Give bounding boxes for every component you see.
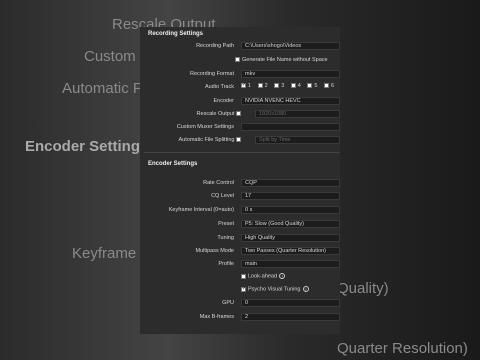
rescale-output-label[interactable]: Rescale Output [197,111,243,117]
audio-track-3-label: 3 [281,83,285,89]
profile-label: Profile [218,261,234,267]
multipass-mode-select[interactable]: Two Passes (Quarter Resolution) [241,247,340,255]
file-splitting-text: Automatic File Splitting [178,137,235,143]
multipass-mode-label: Multipass Mode [195,248,234,254]
audio-track-5-checkbox[interactable] [307,83,313,89]
audio-track-4-checkbox[interactable] [290,83,296,89]
audio-track-6-checkbox[interactable] [323,83,329,89]
audio-track-2-label: 2 [264,83,268,89]
preset-select[interactable]: P5: Slow (Good Quality) [241,220,340,228]
recording-path-label: Recording Path [196,43,234,49]
audio-track-group: 1 2 3 4 5 6 [241,83,334,89]
rescale-output-text: Rescale Output [196,111,235,117]
gpu-stepper[interactable]: 0 [241,299,340,307]
audio-track-5-label: 5 [314,83,318,89]
rate-control-label: Rate Control [203,180,234,186]
recording-path-field[interactable]: C:\Users\shogo\Videos [241,42,340,50]
max-bframes-stepper[interactable]: 2 [241,313,340,321]
rescale-resolution-field[interactable]: 1920x1080 [255,110,340,118]
tuning-select[interactable]: High Quality [241,234,340,242]
psycho-visual-label: Psycho Visual Tuning [248,286,301,293]
rescale-output-checkbox[interactable] [236,111,241,117]
audio-track-6-label: 6 [330,83,335,89]
lookahead-checkbox[interactable] [241,273,246,279]
bg-text-quality: Quality) [337,280,389,297]
profile-select[interactable]: main [241,260,340,268]
audio-track-1-checkbox[interactable] [241,83,246,89]
file-splitting-label[interactable]: Automatic File Splitting [179,137,243,143]
audio-track-1-label: 1 [248,83,252,89]
keyframe-interval-stepper[interactable]: 0 s [241,206,340,214]
audio-track-3-checkbox[interactable] [274,83,280,89]
custom-muxer-field[interactable] [241,123,340,131]
psycho-visual-checkbox[interactable] [241,286,246,292]
cq-level-label: CQ Level [211,193,234,199]
help-icon[interactable]: ? [302,286,309,292]
tuning-label: Tuning [217,235,234,241]
lookahead-label: Look-ahead [248,273,278,280]
max-bframes-label: Max B-frames [199,314,234,320]
recording-format-label: Recording Format [189,71,234,77]
cq-level-stepper[interactable]: 17 [241,192,340,200]
no-space-checkbox[interactable] [235,57,240,63]
section-divider [144,152,340,153]
psycho-visual-row[interactable]: Psycho Visual Tuning? [241,286,309,292]
rate-control-select[interactable]: CQP [241,179,340,187]
encoder-select[interactable]: NVIDIA NVENC HEVC [241,97,340,105]
no-space-label: Generate File Name without Space [242,57,328,63]
bg-text-encoder: Encoder Settings [25,138,149,155]
file-splitting-checkbox[interactable] [236,137,241,143]
recording-format-select[interactable]: mkv [241,70,340,78]
bg-text-quarter: Quarter Resolution) [337,340,468,357]
audio-track-label: Audio Track [204,84,234,90]
recording-settings-title: Recording Settings [148,31,204,37]
preset-label: Preset [218,221,234,227]
encoder-settings-title: Encoder Settings [148,161,198,167]
lookahead-row[interactable]: Look-ahead? [241,273,286,280]
audio-track-4-label: 4 [297,83,301,89]
gpu-label: GPU [222,300,234,306]
keyframe-interval-label: Keyframe Interval (0=auto) [168,207,234,213]
help-icon[interactable]: ? [279,273,286,279]
file-splitting-select[interactable]: Split by Time [255,136,340,144]
audio-track-2-checkbox[interactable] [257,83,263,89]
encoder-label: Encoder [213,98,235,104]
no-space-checkbox-row[interactable]: Generate File Name without Space [235,57,328,63]
custom-muxer-label: Custom Muxer Settings [176,124,234,130]
settings-panel: Recording Settings Recording Path C:\Use… [140,27,340,334]
